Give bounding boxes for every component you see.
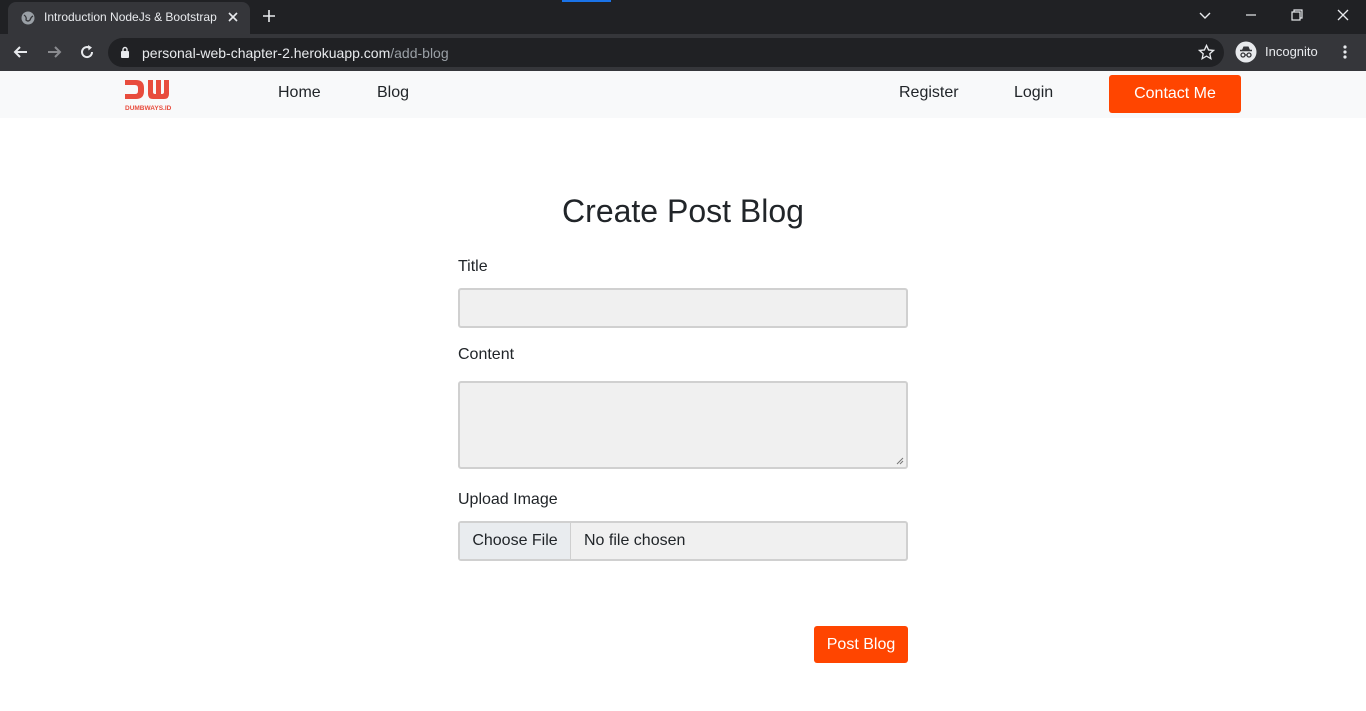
site-navbar: DUMBWAYS.ID Home Blog Register Login Con…: [0, 71, 1366, 118]
browser-tab[interactable]: Introduction NodeJs & Bootstrap: [8, 2, 250, 34]
tab-search-icon[interactable]: [1198, 8, 1212, 22]
nav-link-register[interactable]: Register: [899, 84, 959, 102]
nav-link-login[interactable]: Login: [1014, 84, 1053, 102]
logo-text: DUMBWAYS.ID: [125, 105, 172, 112]
nav-link-home[interactable]: Home: [278, 84, 321, 102]
bookmark-star-icon[interactable]: [1198, 44, 1215, 61]
url-path: /add-blog: [390, 45, 449, 61]
contact-me-button[interactable]: Contact Me: [1109, 75, 1241, 113]
lock-icon: [121, 46, 129, 58]
tab-title: Introduction NodeJs & Bootstrap: [44, 10, 217, 24]
browser-tabstrip: Introduction NodeJs & Bootstrap: [0, 0, 1366, 34]
close-tab-icon[interactable]: [227, 11, 239, 23]
globe-icon: [21, 11, 35, 25]
title-label: Title: [458, 258, 488, 275]
content-textarea[interactable]: [458, 381, 908, 469]
back-icon[interactable]: [12, 43, 30, 61]
image-file-input[interactable]: Choose File No file chosen: [458, 521, 908, 561]
nav-link-blog[interactable]: Blog: [377, 84, 409, 102]
tab-search-indicator: [562, 0, 611, 2]
title-input[interactable]: [458, 288, 908, 328]
content-label: Content: [458, 346, 515, 363]
choose-file-button[interactable]: Choose File: [460, 523, 571, 559]
file-status-text: No file chosen: [584, 532, 686, 549]
dumbways-logo[interactable]: DUMBWAYS.ID: [124, 77, 176, 113]
post-blog-button[interactable]: Post Blog: [814, 626, 908, 663]
address-bar[interactable]: personal-web-chapter-2.herokuapp.com/add…: [108, 38, 1224, 67]
forward-icon[interactable]: [45, 43, 63, 61]
upload-image-label: Upload Image: [458, 491, 558, 508]
incognito-label: Incognito: [1265, 44, 1318, 59]
browser-toolbar: personal-web-chapter-2.herokuapp.com/add…: [0, 34, 1366, 71]
new-tab-icon[interactable]: [262, 9, 276, 23]
minimize-icon[interactable]: [1244, 8, 1258, 22]
page-title: Create Post Blog: [562, 193, 804, 229]
restore-icon[interactable]: [1290, 8, 1304, 22]
incognito-icon[interactable]: [1235, 41, 1257, 63]
url-host: personal-web-chapter-2.herokuapp.com: [142, 45, 391, 61]
url-text: personal-web-chapter-2.herokuapp.com/add…: [142, 45, 449, 61]
reload-icon[interactable]: [78, 43, 96, 61]
resize-grip-icon[interactable]: [896, 457, 904, 465]
browser-menu-icon[interactable]: [1338, 44, 1352, 60]
close-window-icon[interactable]: [1336, 8, 1350, 22]
